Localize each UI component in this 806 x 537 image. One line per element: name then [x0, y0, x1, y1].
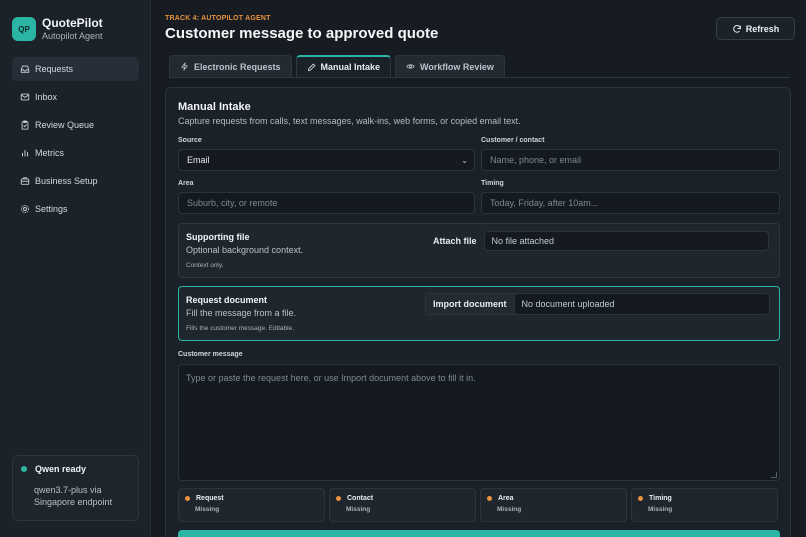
- supporting-file-description: Optional background context.: [186, 245, 304, 255]
- pencil-icon: [307, 63, 315, 71]
- check-label: Timing: [649, 495, 672, 502]
- sidebar-item-review-queue[interactable]: Review Queue: [12, 113, 139, 137]
- tab-label: Electronic Requests: [194, 61, 281, 72]
- area-label: Area: [178, 180, 194, 187]
- import-document-status: No document uploaded: [521, 299, 615, 309]
- status-title: Qwen ready: [35, 464, 87, 474]
- bar-chart-icon: [20, 148, 30, 158]
- page-eyebrow: TRACK 4: AUTOPILOT AGENT: [165, 15, 271, 22]
- check-timing: Timing Missing: [631, 488, 778, 522]
- check-label: Area: [498, 495, 514, 502]
- check-request: Request Missing: [178, 488, 325, 522]
- check-contact: Contact Missing: [329, 488, 476, 522]
- tab-divider: [169, 77, 790, 78]
- refresh-icon: [732, 24, 741, 33]
- manual-intake-panel: Manual Intake Capture requests from call…: [165, 87, 791, 537]
- field-checklist: Request Missing Contact Missing Area Mis…: [178, 488, 778, 522]
- chevron-down-icon: ⌄: [461, 155, 468, 165]
- briefcase-icon: [20, 176, 30, 186]
- sidebar-item-settings[interactable]: Settings: [12, 197, 139, 221]
- tab-label: Manual Intake: [320, 62, 381, 72]
- eye-icon: [406, 64, 415, 69]
- import-document-group: Import document No document uploaded: [425, 293, 770, 315]
- source-label: Source: [178, 137, 202, 144]
- status-dot: [336, 496, 341, 501]
- sidebar-item-label: Requests: [35, 64, 74, 74]
- refresh-label: Refresh: [745, 23, 780, 34]
- timing-input[interactable]: Today, Friday, after 10am...: [481, 192, 780, 214]
- sidebar-item-inbox[interactable]: Inbox: [12, 85, 139, 109]
- message-placeholder: Type or paste the request here, or use I…: [186, 373, 476, 383]
- status-detail: qwen3.7-plus via Singapore endpoint: [34, 485, 113, 507]
- status-dot: [487, 496, 492, 501]
- request-document-note: Fills the customer message. Editable.: [186, 325, 295, 332]
- tab-label: Workflow Review: [420, 61, 494, 72]
- sidebar-item-label: Business Setup: [35, 176, 98, 186]
- check-area: Area Missing: [480, 488, 627, 522]
- supporting-file-card: Supporting file Optional background cont…: [178, 223, 780, 278]
- attach-file-status: No file attached: [483, 231, 769, 251]
- tab-electronic-requests[interactable]: Electronic Requests: [169, 55, 292, 77]
- brand: QP QuotePilot Autopilot Agent: [12, 16, 103, 42]
- panel-subtitle: Capture requests from calls, text messag…: [178, 116, 521, 126]
- tab-manual-intake[interactable]: Manual Intake: [295, 55, 392, 77]
- sidebar-item-label: Metrics: [35, 148, 64, 158]
- check-label: Request: [196, 495, 224, 502]
- sidebar-item-label: Inbox: [35, 92, 58, 102]
- sidebar-item-requests[interactable]: Requests: [12, 57, 139, 81]
- sidebar-item-label: Settings: [35, 204, 68, 214]
- tab-workflow-review[interactable]: Workflow Review: [395, 55, 505, 77]
- request-document-card: Request document Fill the message from a…: [178, 286, 780, 341]
- sidebar-nav: Requests Inbox Review Queue Metrics Busi…: [12, 57, 139, 225]
- sidebar: QP QuotePilot Autopilot Agent Requests I…: [0, 0, 151, 537]
- timing-label: Timing: [481, 180, 504, 187]
- status-dot: [185, 496, 190, 501]
- submit-button[interactable]: [178, 530, 780, 537]
- app-subtitle: Autopilot Agent: [42, 31, 103, 41]
- page-title: Customer message to approved quote: [165, 25, 439, 42]
- clipboard-icon: [20, 120, 30, 130]
- status-dot: [638, 496, 643, 501]
- attach-file-group: Attach file No file attached: [425, 230, 770, 252]
- source-select[interactable]: Email ⌄: [178, 149, 475, 171]
- supporting-file-note: Context only.: [186, 262, 224, 269]
- attach-file-button[interactable]: Attach file: [426, 231, 484, 251]
- area-input[interactable]: Suburb, city, or remote: [178, 192, 475, 214]
- model-status-card: Qwen ready qwen3.7-plus via Singapore en…: [12, 455, 139, 521]
- main-content: TRACK 4: AUTOPILOT AGENT Customer messag…: [151, 0, 806, 537]
- request-document-title: Request document: [186, 295, 268, 305]
- sidebar-item-business-setup[interactable]: Business Setup: [12, 169, 139, 193]
- bolt-icon: [181, 62, 188, 71]
- import-document-button[interactable]: Import document: [426, 294, 515, 314]
- customer-message-textarea[interactable]: Type or paste the request here, or use I…: [178, 364, 780, 481]
- app-name: QuotePilot: [42, 16, 103, 30]
- message-label: Customer message: [178, 351, 243, 358]
- contact-placeholder: Name, phone, or email: [490, 155, 582, 165]
- area-placeholder: Suburb, city, or remote: [187, 198, 278, 208]
- mail-icon: [20, 92, 30, 102]
- check-label: Contact: [347, 495, 374, 502]
- inbox-icon: [20, 64, 30, 74]
- contact-label: Customer / contact: [481, 137, 545, 144]
- timing-placeholder: Today, Friday, after 10am...: [490, 198, 599, 208]
- check-status: Missing: [346, 506, 371, 513]
- app-logo: QP: [12, 17, 36, 41]
- source-value: Email: [187, 155, 210, 165]
- status-dot: [21, 466, 27, 472]
- request-document-description: Fill the message from a file.: [186, 308, 297, 318]
- panel-title: Manual Intake: [178, 101, 251, 113]
- check-status: Missing: [195, 506, 220, 513]
- supporting-file-title: Supporting file: [186, 232, 250, 242]
- check-status: Missing: [648, 506, 673, 513]
- contact-input[interactable]: Name, phone, or email: [481, 149, 780, 171]
- gear-icon: [20, 204, 30, 214]
- tab-bar: Electronic Requests Manual Intake Workfl…: [169, 55, 509, 77]
- resize-handle-icon[interactable]: [771, 472, 777, 478]
- refresh-button[interactable]: Refresh: [716, 17, 795, 40]
- check-status: Missing: [497, 506, 522, 513]
- sidebar-item-metrics[interactable]: Metrics: [12, 141, 139, 165]
- sidebar-item-label: Review Queue: [35, 120, 95, 130]
